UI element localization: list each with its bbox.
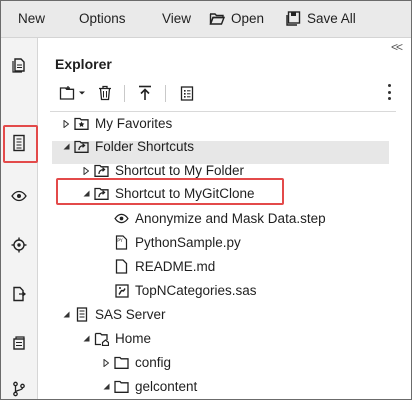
- tree-item-label: SAS Server: [95, 307, 166, 322]
- trash-icon: [99, 85, 111, 101]
- toolbar-divider: [124, 85, 125, 102]
- expand-triangle-icon[interactable]: [102, 358, 110, 367]
- tree-item-topncategories[interactable]: TopNCategories.sas: [114, 279, 257, 302]
- properties-icon: [180, 85, 194, 101]
- collapse-triangle-icon[interactable]: [102, 383, 110, 390]
- upload-icon: [139, 85, 151, 100]
- svg-text:PY: PY: [117, 238, 123, 244]
- tree-item-gelcontent[interactable]: gelcontent: [102, 375, 197, 398]
- menu-view[interactable]: View: [162, 11, 191, 26]
- new-item-button[interactable]: [59, 82, 86, 104]
- menu-new-label: New: [18, 11, 46, 26]
- delete-button[interactable]: [98, 82, 112, 104]
- home-folder-icon: [94, 331, 109, 346]
- collapse-triangle-icon[interactable]: [62, 143, 70, 150]
- new-file-icon: [59, 86, 75, 100]
- folder-icon: [114, 355, 129, 370]
- tree-item-label: README.md: [135, 259, 216, 274]
- tree-item-label: Home: [115, 331, 152, 346]
- database-icon[interactable]: [5, 329, 33, 357]
- collapse-triangle-icon[interactable]: [82, 335, 90, 342]
- activity-bar: [1, 38, 38, 399]
- collapse-triangle-icon[interactable]: [62, 311, 70, 318]
- git-icon[interactable]: [5, 375, 33, 400]
- folder-star-icon: [74, 116, 89, 131]
- tree-item-label: My Favorites: [95, 116, 173, 131]
- python-file-icon: PY: [114, 235, 129, 250]
- tree-item-label: Anonymize and Mask Data.step: [135, 211, 326, 226]
- tree-item-my-favorites[interactable]: My Favorites: [62, 112, 172, 135]
- tree-item-pythonsample[interactable]: PY PythonSample.py: [114, 231, 241, 254]
- menu-view-label: View: [162, 11, 192, 26]
- tree-item-label: Shortcut to My Folder: [115, 163, 245, 178]
- tree-item-config[interactable]: config: [102, 351, 171, 374]
- save-all-button[interactable]: Save All: [286, 11, 356, 26]
- text-file-icon: [114, 259, 129, 274]
- more-options-icon[interactable]: [387, 84, 391, 100]
- folder-shortcut-icon: [94, 163, 109, 178]
- tree-item-sas-server[interactable]: SAS Server: [62, 303, 166, 326]
- folder-open-icon: [209, 12, 225, 25]
- explorer-toolbar: [55, 82, 395, 104]
- document-import-icon[interactable]: [5, 280, 33, 308]
- panel-title: Explorer: [55, 56, 112, 72]
- chevron-down-icon: [79, 91, 85, 95]
- selection-highlight: [56, 178, 284, 205]
- open-label: Open: [231, 11, 265, 26]
- save-all-icon: [286, 11, 301, 26]
- folder-shortcut-icon: [74, 139, 89, 154]
- tree-item-label: gelcontent: [135, 379, 198, 394]
- menu-options-label: Options: [79, 11, 126, 26]
- expand-triangle-icon[interactable]: [82, 166, 90, 175]
- top-menu-bar: New Options View Open Save All: [1, 1, 411, 38]
- server-icon: [74, 307, 89, 322]
- open-button[interactable]: Open: [209, 11, 264, 26]
- sas-file-icon: [114, 283, 129, 298]
- expand-triangle-icon[interactable]: [62, 119, 70, 128]
- tree-item-label: Folder Shortcuts: [95, 139, 195, 154]
- step-file-icon: [114, 211, 129, 226]
- menu-options[interactable]: Options: [79, 11, 126, 26]
- eye-icon[interactable]: [5, 182, 33, 210]
- tree-item-label: TopNCategories.sas: [135, 283, 257, 298]
- toolbar-divider: [165, 85, 166, 102]
- explorer-highlight: [3, 125, 38, 163]
- tree-item-folder-shortcuts[interactable]: Folder Shortcuts: [62, 135, 194, 158]
- properties-button[interactable]: [180, 82, 194, 104]
- collapse-panel-button[interactable]: <<: [391, 40, 403, 54]
- tree-item-anonymize-step[interactable]: Anonymize and Mask Data.step: [114, 207, 326, 230]
- folder-icon: [114, 379, 129, 394]
- upload-button[interactable]: [138, 82, 152, 104]
- tree-item-label: config: [135, 355, 172, 370]
- menu-new[interactable]: New: [18, 11, 45, 26]
- save-all-label: Save All: [307, 11, 356, 26]
- pages-icon[interactable]: [5, 51, 33, 79]
- target-icon[interactable]: [5, 231, 33, 259]
- tree-item-label: PythonSample.py: [135, 235, 241, 250]
- tree-item-home[interactable]: Home: [82, 327, 151, 350]
- tree-item-readme[interactable]: README.md: [114, 255, 215, 278]
